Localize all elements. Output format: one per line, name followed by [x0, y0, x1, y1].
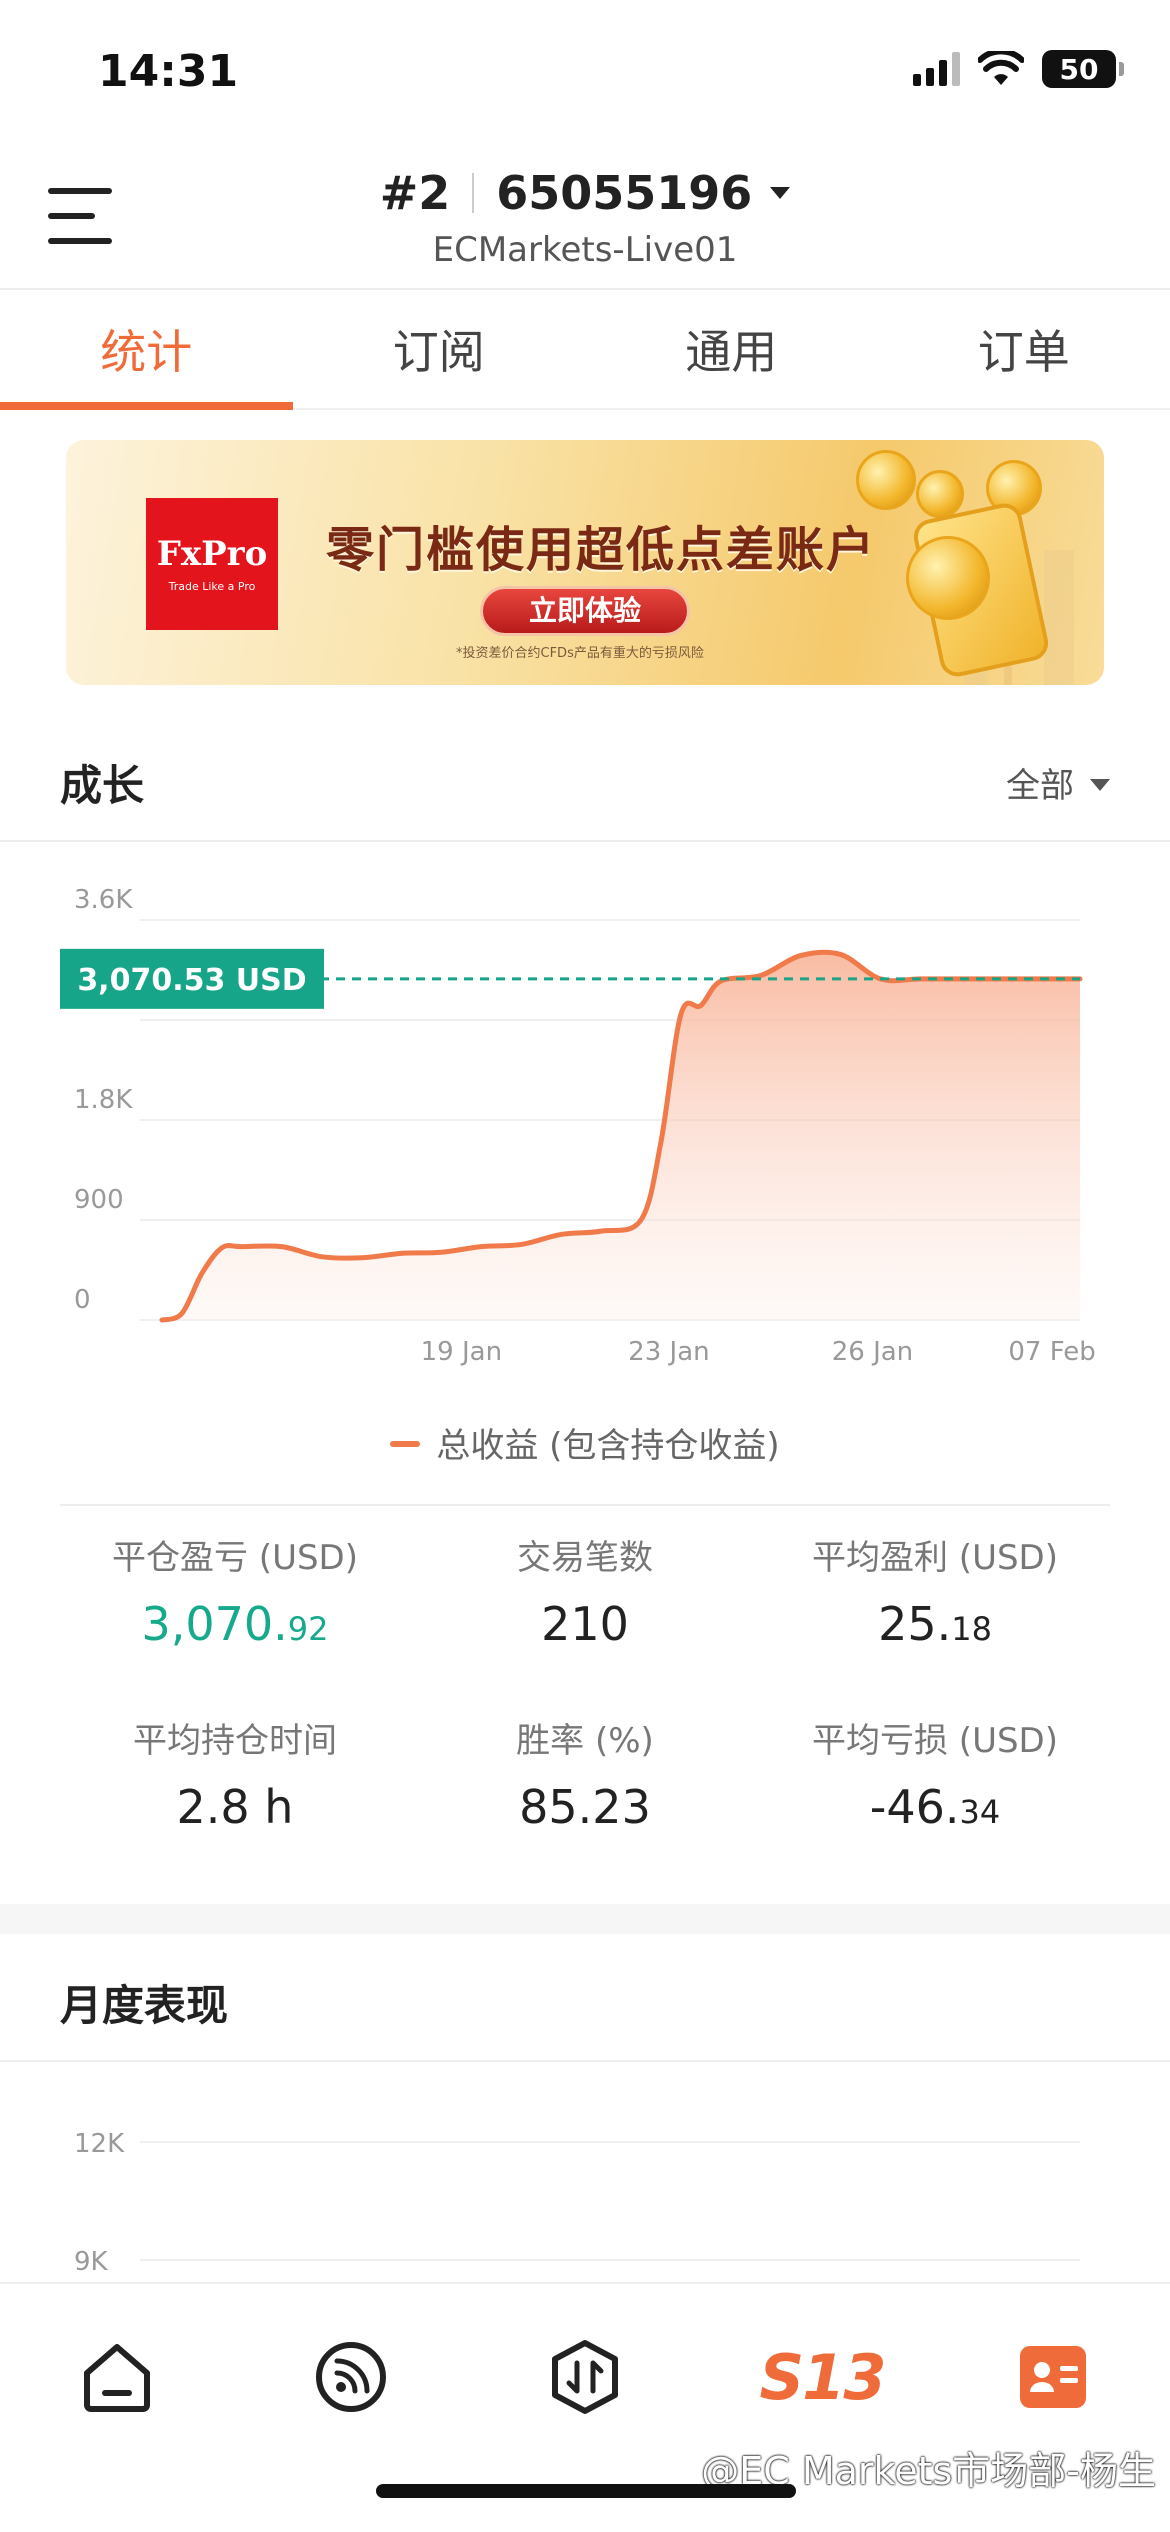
cellular-signal-icon [913, 52, 960, 86]
banner-disclaimer: *投资差价合约CFDs产品有重大的亏损风险 [456, 646, 704, 661]
period-filter-select[interactable]: 全部 [1006, 758, 1110, 807]
stat-value: -46.34 [869, 1780, 1001, 1834]
stat-label: 平均盈利 (USD) [812, 1538, 1058, 1578]
stat-label: 胜率 (%) [516, 1721, 654, 1761]
gold-coin-icon [906, 536, 990, 620]
monthly-chart: 12K 9K [74, 2129, 1080, 2277]
home-icon [84, 2344, 150, 2412]
section-divider [0, 2060, 1170, 2062]
nav-feed[interactable] [306, 2332, 396, 2422]
stat-avg-hold-time: 平均持仓时间 2.8 h [60, 1713, 410, 1834]
period-filter-value: 全部 [1006, 766, 1074, 806]
current-value-label: 3,070.53 USD [77, 963, 306, 998]
profile-card-icon [1020, 2346, 1086, 2408]
nav-s13[interactable]: S13 [759, 2332, 887, 2422]
banner-headline: 零门槛使用超低点差账户 [326, 522, 877, 578]
rss-icon [316, 2342, 386, 2412]
app-header: #2 65055196 ECMarkets-Live01 [0, 140, 1170, 290]
account-selector[interactable]: #2 65055196 [0, 166, 1170, 220]
monthly-title: 月度表现 [60, 1981, 229, 2030]
account-number: #2 [379, 166, 451, 220]
chevron-down-icon [1090, 779, 1110, 791]
title-separator [472, 173, 475, 213]
stat-avg-profit: 平均盈利 (USD) 25.18 [760, 1530, 1110, 1651]
x-tick-label: 26 Jan [832, 1337, 913, 1367]
section-gap [0, 1904, 1170, 1934]
legend-swatch [390, 1441, 421, 1447]
y-tick-label: 1.8K [74, 1085, 133, 1115]
status-icons: 50 [913, 50, 1124, 88]
exchange-icon [552, 2340, 618, 2414]
fxpro-logo: FxPro Trade Like a Pro [146, 498, 278, 630]
growth-chart: 09001.8K2.7K3.6K3,070.53 USD19 Jan23 Jan… [60, 885, 1096, 1367]
tab-orders[interactable]: 订单 [878, 292, 1170, 408]
tab-subscribe[interactable]: 订阅 [293, 292, 586, 408]
promo-banner[interactable]: FxPro Trade Like a Pro 零门槛使用超低点差账户 立即体验 … [66, 440, 1104, 685]
y-tick-label: 12K [74, 2129, 125, 2159]
section-divider [0, 840, 1170, 842]
stats-grid: 平仓盈亏 (USD) 3,070.92 交易笔数 210 平均盈利 (USD) … [60, 1530, 1110, 1834]
battery-icon: 50 [1042, 50, 1124, 88]
tab-general[interactable]: 通用 [585, 292, 878, 408]
wifi-icon [978, 51, 1024, 85]
chart-legend[interactable]: 总收益 (包含持仓收益) [0, 1418, 1170, 1467]
stat-value: 210 [541, 1597, 629, 1651]
nav-home[interactable] [72, 2332, 162, 2422]
s13-logo: S13 [759, 2340, 887, 2414]
section-divider [60, 1504, 1110, 1506]
gold-coin-icon [856, 450, 916, 510]
stat-avg-loss: 平均亏损 (USD) -46.34 [760, 1713, 1110, 1834]
fxpro-logo-name: FxPro [156, 534, 268, 574]
stat-label: 平均亏损 (USD) [812, 1721, 1058, 1761]
stat-win-rate: 胜率 (%) 85.23 [410, 1713, 760, 1834]
account-id: 65055196 [496, 166, 753, 220]
chevron-down-icon [770, 187, 791, 199]
status-time: 14:31 [98, 46, 239, 97]
stat-label: 平仓盈亏 (USD) [112, 1538, 358, 1578]
x-tick-label: 23 Jan [628, 1337, 709, 1367]
account-server: ECMarkets-Live01 [432, 230, 738, 270]
nav-profile[interactable] [1008, 2332, 1098, 2422]
x-tick-label: 19 Jan [421, 1337, 502, 1367]
stat-trade-count: 交易笔数 210 [410, 1530, 760, 1651]
stat-value: 85.23 [519, 1780, 651, 1834]
stat-value: 3,070.92 [141, 1597, 329, 1651]
try-now-button[interactable]: 立即体验 [480, 586, 690, 636]
stat-value: 25.18 [878, 1597, 992, 1651]
y-tick-label: 0 [74, 1285, 91, 1315]
y-tick-label: 900 [74, 1185, 124, 1215]
home-indicator [376, 2484, 796, 2498]
stat-closed-pnl: 平仓盈亏 (USD) 3,070.92 [60, 1530, 410, 1651]
y-tick-label: 9K [74, 2247, 109, 2277]
growth-title: 成长 [60, 761, 145, 810]
fxpro-logo-tagline: Trade Like a Pro [168, 580, 256, 593]
tab-statistics[interactable]: 统计 [0, 292, 293, 410]
status-bar: 14:31 50 [0, 0, 1170, 140]
y-tick-label: 3.6K [74, 885, 133, 915]
tab-bar: 统计 订阅 通用 订单 [0, 292, 1170, 410]
gold-coin-icon [916, 470, 964, 518]
legend-label: 总收益 (包含持仓收益) [436, 1426, 780, 1466]
stat-value: 2.8 h [176, 1780, 294, 1834]
nav-trade[interactable] [540, 2332, 630, 2422]
x-tick-label: 07 Feb [1008, 1337, 1095, 1367]
stat-label: 交易笔数 [517, 1538, 653, 1578]
stat-label: 平均持仓时间 [133, 1721, 337, 1761]
